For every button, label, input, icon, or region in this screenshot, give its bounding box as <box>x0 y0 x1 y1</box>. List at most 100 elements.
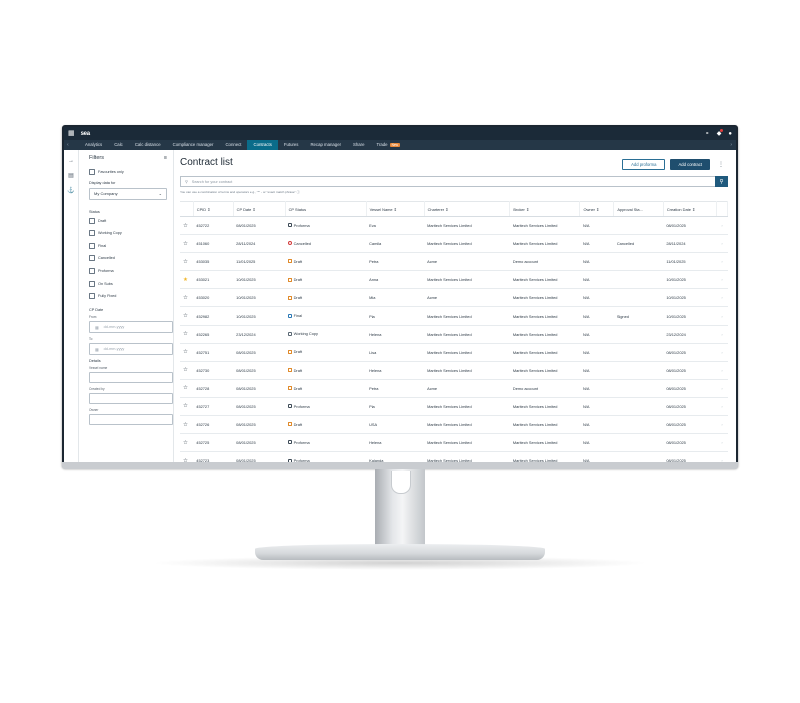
filter-settings-icon[interactable]: ≡ <box>164 155 167 161</box>
search-input[interactable]: ⚲ Search for your contract <box>180 176 715 187</box>
star-icon[interactable]: ☆ <box>183 422 188 428</box>
add-proforma-button[interactable]: Add proforma <box>622 159 666 170</box>
status-checkbox-cancelled[interactable]: Cancelled <box>89 254 173 262</box>
bell-icon[interactable]: ◆ <box>717 129 723 137</box>
nav-item-recap-manager[interactable]: Recap manager <box>304 140 347 150</box>
header-vessel-name[interactable]: Vessel Name ⇕ <box>366 201 425 217</box>
checkbox-icon[interactable] <box>89 267 95 274</box>
star-icon[interactable]: ☆ <box>183 223 188 229</box>
status-checkbox-on-subs[interactable]: On Subs <box>89 280 173 288</box>
nav-item-analytics[interactable]: Analytics <box>79 140 108 150</box>
header-broker[interactable]: Broker ⇕ <box>509 201 581 217</box>
header-creation-date[interactable]: Creation Date ⇕ <box>663 201 718 217</box>
table-row[interactable]: ☆ 453035 11/01/2025 Draft Petra Acme Demo acco… <box>180 252 728 272</box>
owner-input[interactable] <box>89 414 173 426</box>
header-approval-status[interactable]: Approval Sta... <box>613 201 664 217</box>
row-chevron-right-icon[interactable]: › <box>716 343 728 362</box>
star-icon[interactable]: ☆ <box>183 349 188 355</box>
header-charterer[interactable]: Charterer ⇕ <box>424 201 511 217</box>
table-row[interactable]: ★ 453021 10/01/2025 Draft Anna Maritech Servi… <box>180 270 728 290</box>
table-row[interactable]: ☆ 452982 10/01/2025 Final Pia Maritech Servic… <box>180 306 728 326</box>
checkbox-icon[interactable] <box>89 169 95 175</box>
star-icon[interactable]: ☆ <box>183 295 188 301</box>
vessel-name-input[interactable] <box>89 372 173 384</box>
star-icon[interactable]: ☆ <box>183 367 188 373</box>
star-icon[interactable]: ☆ <box>183 403 188 409</box>
checkbox-icon[interactable] <box>89 217 95 224</box>
row-chevron-right-icon[interactable]: › <box>716 451 728 462</box>
row-chevron-right-icon[interactable]: › <box>716 397 728 417</box>
table-row[interactable]: ☆ 452265 23/12/2024 Working Copy Helena Marit… <box>180 325 728 344</box>
row-chevron-right-icon[interactable]: › <box>716 325 728 344</box>
nav-scroll-right-icon[interactable]: › <box>730 142 736 148</box>
table-row[interactable]: ☆ 452722 08/01/2025 Proforma Eva Maritech Ser… <box>180 216 728 236</box>
header-cp-status[interactable]: CP Status <box>285 201 367 217</box>
status-checkbox-working-copy[interactable]: Working Copy <box>89 229 173 237</box>
checkbox-icon[interactable] <box>89 280 95 287</box>
row-chevron-right-icon[interactable]: › <box>716 288 728 308</box>
user-icon[interactable]: ● <box>728 131 732 137</box>
favourites-only-checkbox[interactable]: Favourites only <box>89 168 173 176</box>
table-row[interactable]: ☆ 452723 08/01/2025 Proforma Kalanda Maritech… <box>180 451 728 462</box>
table-row[interactable]: ☆ 451060 28/11/2024 Cancelled Camila Maritech… <box>180 234 728 254</box>
search-button[interactable]: ⚲ <box>715 176 728 187</box>
nav-item-calc-distance[interactable]: Calc distance <box>129 140 167 150</box>
star-icon[interactable]: ☆ <box>183 241 188 247</box>
row-chevron-right-icon[interactable]: › <box>716 306 728 326</box>
nav-item-connect[interactable]: Connect <box>219 140 247 150</box>
header-owner[interactable]: Owner ⇕ <box>579 201 615 217</box>
checkbox-icon[interactable] <box>89 242 95 249</box>
nav-scroll-left-icon[interactable]: ‹ <box>67 142 79 148</box>
table-row[interactable]: ☆ 452726 08/01/2025 Draft USA Maritech Servic… <box>180 415 728 435</box>
status-checkbox-proforma[interactable]: Proforma <box>89 267 173 275</box>
row-chevron-right-icon[interactable]: › <box>716 433 728 453</box>
star-icon[interactable]: ☆ <box>183 331 188 337</box>
row-chevron-right-icon[interactable]: › <box>716 270 728 290</box>
nav-item-contracts[interactable]: Contracts <box>247 140 278 150</box>
table-row[interactable]: ☆ 453020 10/01/2025 Draft Mia Acme Maritech Se… <box>180 288 728 308</box>
nav-item-compliance-manager[interactable]: Compliance manager <box>167 140 220 150</box>
row-chevron-right-icon[interactable]: › <box>716 415 728 435</box>
star-icon[interactable]: ☆ <box>183 440 188 446</box>
row-chevron-right-icon[interactable]: › <box>716 234 728 254</box>
row-chevron-right-icon[interactable]: › <box>716 361 728 380</box>
star-icon[interactable]: ☆ <box>183 458 188 462</box>
star-filled-icon[interactable]: ★ <box>183 277 188 283</box>
checkbox-icon[interactable] <box>89 255 95 262</box>
more-options-icon[interactable]: ⋮ <box>718 161 724 168</box>
status-checkbox-final[interactable]: Final <box>89 242 173 250</box>
status-checkbox-fully-fixed[interactable]: Fully Fixed <box>89 292 173 300</box>
header-cp-date[interactable]: CP Date ⇕ <box>233 201 286 217</box>
display-data-select[interactable]: My Company ⌄ <box>89 187 167 200</box>
table-row[interactable]: ☆ 452730 08/01/2025 Draft Helena Maritech Ser… <box>180 361 728 380</box>
table-row[interactable]: ☆ 452727 08/01/2025 Proforma Pia Maritech Ser… <box>180 397 728 417</box>
add-contract-button[interactable]: Add contract <box>670 159 710 170</box>
star-icon[interactable]: ☆ <box>183 313 188 319</box>
status-checkbox-draft[interactable]: Draft <box>89 217 173 225</box>
created-by-input[interactable] <box>89 393 173 405</box>
nav-item-futures[interactable]: Futures <box>278 140 305 150</box>
to-date-input[interactable]: ▦ dd-mm-yyyy <box>89 343 173 356</box>
checkbox-icon[interactable] <box>89 230 95 237</box>
ship-icon[interactable]: ⚓ <box>67 187 74 194</box>
nav-item-calc[interactable]: Calc <box>108 140 129 150</box>
info-icon[interactable]: ⓘ <box>297 190 300 194</box>
collapse-arrow-icon[interactable]: → <box>68 158 74 164</box>
row-chevron-right-icon[interactable]: › <box>716 252 728 272</box>
row-chevron-right-icon[interactable]: › <box>716 216 728 236</box>
grid-icon[interactable]: ▦ <box>68 127 75 140</box>
row-chevron-right-icon[interactable]: › <box>716 379 728 398</box>
table-row[interactable]: ☆ 452725 08/01/2025 Proforma Helena Maritech … <box>180 433 728 453</box>
table-row[interactable]: ☆ 452728 08/01/2025 Draft Petra Acme Demo acco… <box>180 379 728 398</box>
checkbox-icon[interactable] <box>89 293 95 300</box>
list-icon[interactable]: ▤ <box>68 172 74 179</box>
star-icon[interactable]: ☆ <box>183 259 188 265</box>
table-row[interactable]: ☆ 452751 08/01/2025 Draft Lisa Maritech Servi… <box>180 343 728 362</box>
header-cpid[interactable]: CPID ⇕ <box>193 201 234 217</box>
from-date-input[interactable]: ▦ dd-mm-yyyy <box>89 321 173 334</box>
nav-item-trade[interactable]: Trade New <box>370 140 405 150</box>
nav-item-share[interactable]: Share <box>347 140 370 150</box>
star-icon[interactable]: ☆ <box>183 385 188 391</box>
app-logo[interactable]: sea <box>81 131 90 137</box>
headset-icon[interactable]: ⚬ <box>705 130 710 137</box>
